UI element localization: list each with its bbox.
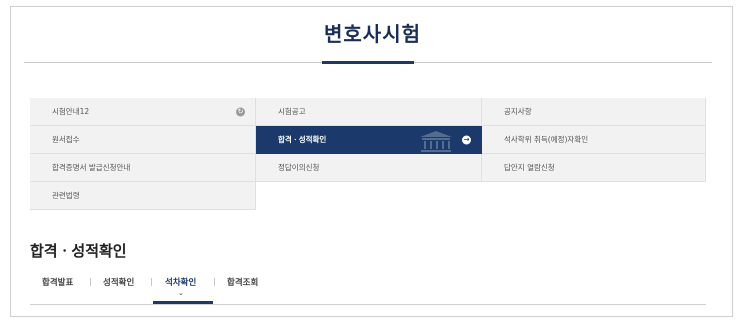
arrow-right-icon: → [462, 135, 471, 144]
result-tabs: 합격발표 성적확인 석차확인 ⌄ 합격조회 [30, 268, 706, 305]
menu-item-masters-verification[interactable]: 석사학위 취득(예정)자확인 [482, 126, 706, 154]
menu-empty-cell [482, 182, 706, 210]
tab-score-check[interactable]: 성적확인 [103, 276, 134, 288]
active-tab-indicator [153, 301, 213, 304]
menu-item-exam-guide[interactable]: 시험안내12 ↻ [30, 98, 256, 126]
tab-divider [151, 278, 152, 286]
title-accent-bar [322, 61, 414, 64]
menu-empty-cell [256, 182, 482, 210]
building-icon [420, 131, 452, 152]
page-title: 변호사시험 [324, 22, 421, 46]
menu-item-label: 답안지 열람신청 [504, 163, 555, 172]
menu-item-label: 시험공고 [278, 107, 306, 116]
refresh-icon: ↻ [236, 107, 245, 116]
menu-item-label: 석사학위 취득(예정)자확인 [504, 135, 589, 144]
menu-item-application[interactable]: 원서접수 [30, 126, 256, 154]
chevron-down-icon: ⌄ [178, 289, 184, 297]
menu-item-label: 관련법령 [52, 191, 80, 200]
menu-item-label: 원서접수 [52, 135, 80, 144]
exam-menu-grid: 시험안내12 ↻ 시험공고 공지사항 원서접수 합격ㆍ성적확인 → 석사학위 취… [30, 98, 706, 210]
menu-item-label: 정답이의신청 [278, 163, 320, 172]
menu-item-announcements[interactable]: 공지사항 [482, 98, 706, 126]
menu-item-label: 합격ㆍ성적확인 [278, 135, 327, 144]
menu-item-certificate-guide[interactable]: 합격증명서 발급신청안내 [30, 154, 256, 182]
menu-item-results[interactable]: 합격ㆍ성적확인 → [256, 126, 482, 154]
menu-item-exam-notice[interactable]: 시험공고 [256, 98, 482, 126]
tab-pass-inquiry[interactable]: 합격조회 [227, 276, 258, 288]
menu-item-answer-objection[interactable]: 정답이의신청 [256, 154, 482, 182]
menu-item-answer-sheet-request[interactable]: 답안지 열람신청 [482, 154, 706, 182]
menu-item-label: 합격증명서 발급신청안내 [52, 163, 131, 172]
tab-rank-check[interactable]: 석차확인 [165, 276, 196, 288]
tab-divider [90, 278, 91, 286]
menu-item-label: 공지사항 [504, 107, 532, 116]
menu-item-label: 시험안내12 [52, 107, 90, 116]
section-title: 합격ㆍ성적확인 [30, 242, 127, 260]
menu-item-related-laws[interactable]: 관련법령 [30, 182, 256, 210]
tab-pass-announcement[interactable]: 합격발표 [42, 276, 73, 288]
tab-divider [214, 278, 215, 286]
